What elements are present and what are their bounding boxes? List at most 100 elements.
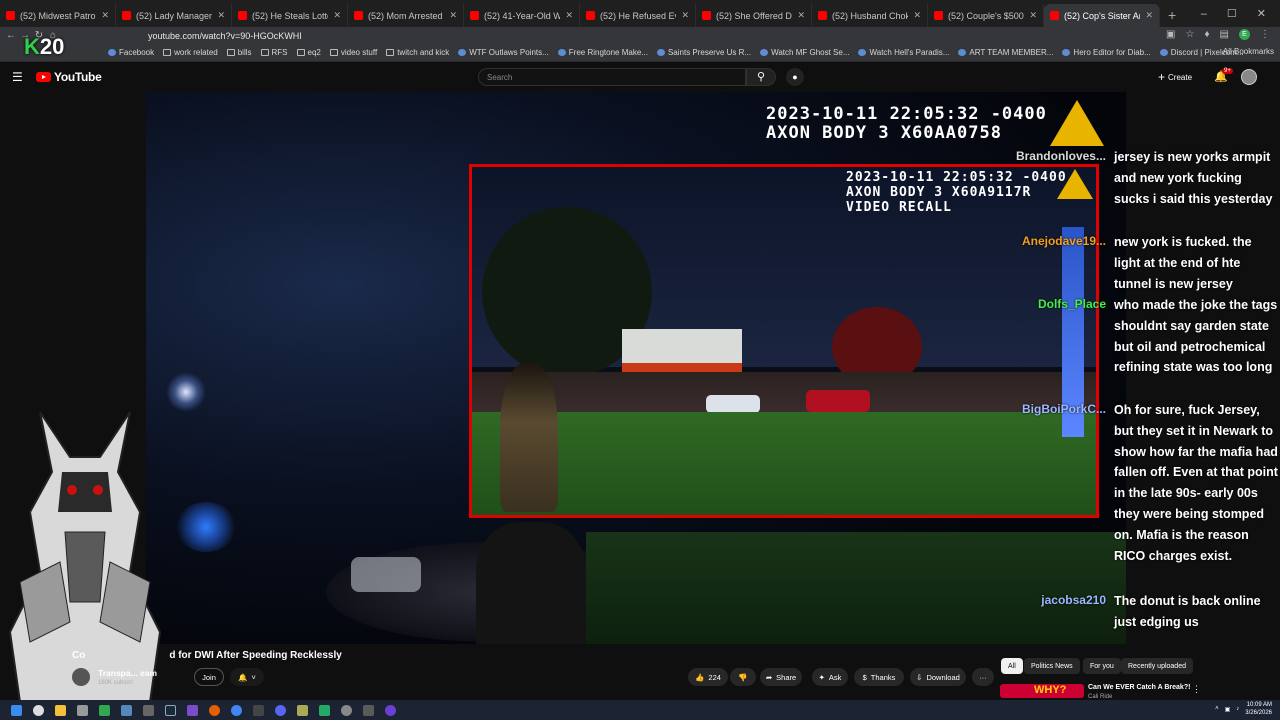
hamburger-menu-icon[interactable]: ☰ <box>12 70 24 84</box>
inset-road <box>472 372 1096 412</box>
bookmark-item[interactable]: WTF Outlaws Points... <box>458 48 549 57</box>
app-icon-2[interactable] <box>143 704 154 716</box>
bookmark-item[interactable]: work related <box>163 48 218 57</box>
search-button[interactable]: ⚲ <box>746 68 776 86</box>
settings-gear-icon[interactable] <box>341 704 352 716</box>
dislike-button[interactable]: 👎 <box>730 668 756 686</box>
bookmark-item[interactable]: Saints Preserve Us R... <box>656 48 751 57</box>
like-button[interactable]: 👍 224 <box>688 668 728 686</box>
search-input[interactable]: Search <box>478 68 746 86</box>
browser-tab[interactable]: (52) Lady Manager Finds Presi ✕ <box>116 4 232 27</box>
create-button[interactable]: + Create <box>1158 69 1192 85</box>
firefox-icon[interactable] <box>209 704 220 716</box>
browser-tab[interactable]: (52) She Offered Drugs to Ev ✕ <box>696 4 812 27</box>
app-icon-4[interactable] <box>253 704 264 716</box>
bookmark-item[interactable]: eq2 <box>296 48 321 57</box>
filter-chip[interactable]: Politics News <box>1024 658 1080 674</box>
app-icon-5[interactable] <box>297 704 308 716</box>
obs-icon[interactable] <box>385 704 396 716</box>
notifications-toggle[interactable]: 🔔 ˅ <box>230 668 264 686</box>
tab-close-icon[interactable]: ✕ <box>333 10 341 21</box>
extensions-icon[interactable]: ♦ <box>1204 29 1209 40</box>
window-controls: – ☐ ✕ <box>1201 0 1280 27</box>
bookmark-item[interactable]: Hero Editor for Diab... <box>1062 48 1151 57</box>
browser-tab[interactable]: (52) Cop's Sister Arrested ✕ <box>1044 4 1160 27</box>
steam-icon[interactable] <box>165 704 176 716</box>
profile-avatar[interactable]: E <box>1239 29 1250 40</box>
task-view-icon[interactable] <box>77 704 88 716</box>
app-icon-3[interactable] <box>187 704 198 716</box>
maximize-icon[interactable]: ☐ <box>1227 7 1237 20</box>
bookmark-item[interactable]: Facebook <box>108 48 154 57</box>
address-bar[interactable]: youtube.com/watch?v=90-HGOcKWHI <box>130 29 1130 43</box>
tab-close-icon[interactable]: ✕ <box>913 10 921 21</box>
bookmark-item[interactable]: Watch MF Ghost Se... <box>760 48 849 57</box>
browser-tab[interactable]: (52) Husband Chokes Wife Aft ✕ <box>812 4 928 27</box>
ask-button[interactable]: ✦ Ask <box>812 668 848 686</box>
tab-close-icon[interactable]: ✕ <box>797 10 805 21</box>
more-actions-button[interactable]: ··· <box>972 668 994 686</box>
browser-tab[interactable]: (52) Couple's $500 Dinner Ta ✕ <box>928 4 1044 27</box>
volume-icon[interactable]: ♪ <box>1236 706 1239 712</box>
app-icon-1[interactable] <box>121 704 132 716</box>
bookmark-label: Hero Editor for Diab... <box>1073 48 1151 57</box>
tab-close-icon[interactable]: ✕ <box>1029 10 1037 21</box>
voice-search-mic-icon[interactable]: ● <box>786 68 804 86</box>
bookmark-item[interactable]: Watch Hell's Paradis... <box>858 48 949 57</box>
network-icon[interactable]: ▣ <box>1225 706 1231 713</box>
inset-axon-logo <box>1057 169 1093 199</box>
menu-kebab-icon[interactable]: ⋮ <box>1260 29 1270 40</box>
share-button[interactable]: ➦ Share <box>760 668 802 686</box>
bookmark-item[interactable]: Free Ringtone Make... <box>557 48 648 57</box>
sidepanel-icon[interactable]: ▤ <box>1220 29 1229 40</box>
filter-chip[interactable]: For you <box>1083 658 1121 674</box>
bookmark-item[interactable]: twitch and kick <box>386 48 449 57</box>
close-window-icon[interactable]: ✕ <box>1257 7 1266 20</box>
bookmark-star-icon[interactable]: ☆ <box>1185 29 1194 40</box>
all-bookmarks-folder[interactable]: All Bookmarks <box>1223 47 1274 56</box>
join-button[interactable]: Join <box>194 668 224 686</box>
youtube-favicon-icon <box>470 11 479 20</box>
tray-chevron-icon[interactable]: ˄ <box>1215 706 1219 712</box>
bookmark-item[interactable]: ART TEAM MEMBER... <box>958 48 1053 57</box>
browser-tab[interactable]: (52) Mom Arrested After Slap ✕ <box>348 4 464 27</box>
app-icon-6[interactable] <box>319 704 330 716</box>
browser-tab[interactable]: (52) He Refused Every Officer ✕ <box>580 4 696 27</box>
chrome-icon[interactable] <box>231 704 242 716</box>
recommended-more-icon[interactable]: ⋮ <box>1192 684 1201 695</box>
browser-tab[interactable]: (52) 41-Year-Old Woman SNA ✕ <box>464 4 580 27</box>
bookmark-item[interactable]: bills <box>226 48 252 57</box>
filter-chip[interactable]: All <box>1001 658 1023 674</box>
tab-close-icon[interactable]: ✕ <box>565 10 573 21</box>
back-icon[interactable]: ← <box>4 30 18 41</box>
tab-close-icon[interactable]: ✕ <box>101 10 109 21</box>
filter-chip[interactable]: Recently uploaded <box>1121 658 1193 674</box>
chat-username: Anejodave19... <box>1021 234 1106 248</box>
tab-close-icon[interactable]: ✕ <box>681 10 689 21</box>
taskbar-search-icon[interactable] <box>33 704 44 716</box>
tab-close-icon[interactable]: ✕ <box>217 10 225 21</box>
minimize-icon[interactable]: – <box>1201 8 1207 20</box>
channel-avatar[interactable] <box>72 668 90 686</box>
new-tab-button[interactable]: + <box>1160 4 1184 27</box>
channel-name[interactable]: Transpa... eam <box>98 668 157 678</box>
bookmark-item[interactable]: video stuff <box>329 48 377 57</box>
thanks-button[interactable]: $ Thanks <box>854 668 904 686</box>
windows-start-icon[interactable] <box>11 704 22 716</box>
account-avatar[interactable] <box>1241 69 1257 85</box>
youtube-logo[interactable]: YouTube <box>36 70 102 84</box>
discord-icon[interactable] <box>275 704 286 716</box>
download-button[interactable]: ⇩ Download <box>910 668 966 686</box>
bookmark-item[interactable]: RFS <box>260 48 288 57</box>
file-explorer-icon[interactable] <box>55 704 66 716</box>
browser-tab[interactable]: (52) Midwest Patrol – YouTube ✕ <box>0 4 116 27</box>
recommended-video-thumbnail[interactable]: WHY? <box>1000 684 1084 698</box>
recommended-video-title[interactable]: Can We EVER Catch A Break?! <box>1088 684 1190 691</box>
xbox-icon[interactable] <box>99 704 110 716</box>
app-icon-7[interactable] <box>363 704 374 716</box>
tab-close-icon[interactable]: ✕ <box>1145 10 1153 21</box>
tab-close-icon[interactable]: ✕ <box>449 10 457 21</box>
browser-tab[interactable]: (52) He Steals Lottery Tickets ✕ <box>232 4 348 27</box>
install-icon[interactable]: ▣ <box>1166 29 1175 40</box>
system-clock[interactable]: 10:09 AM 3/26/2026 <box>1245 701 1272 717</box>
